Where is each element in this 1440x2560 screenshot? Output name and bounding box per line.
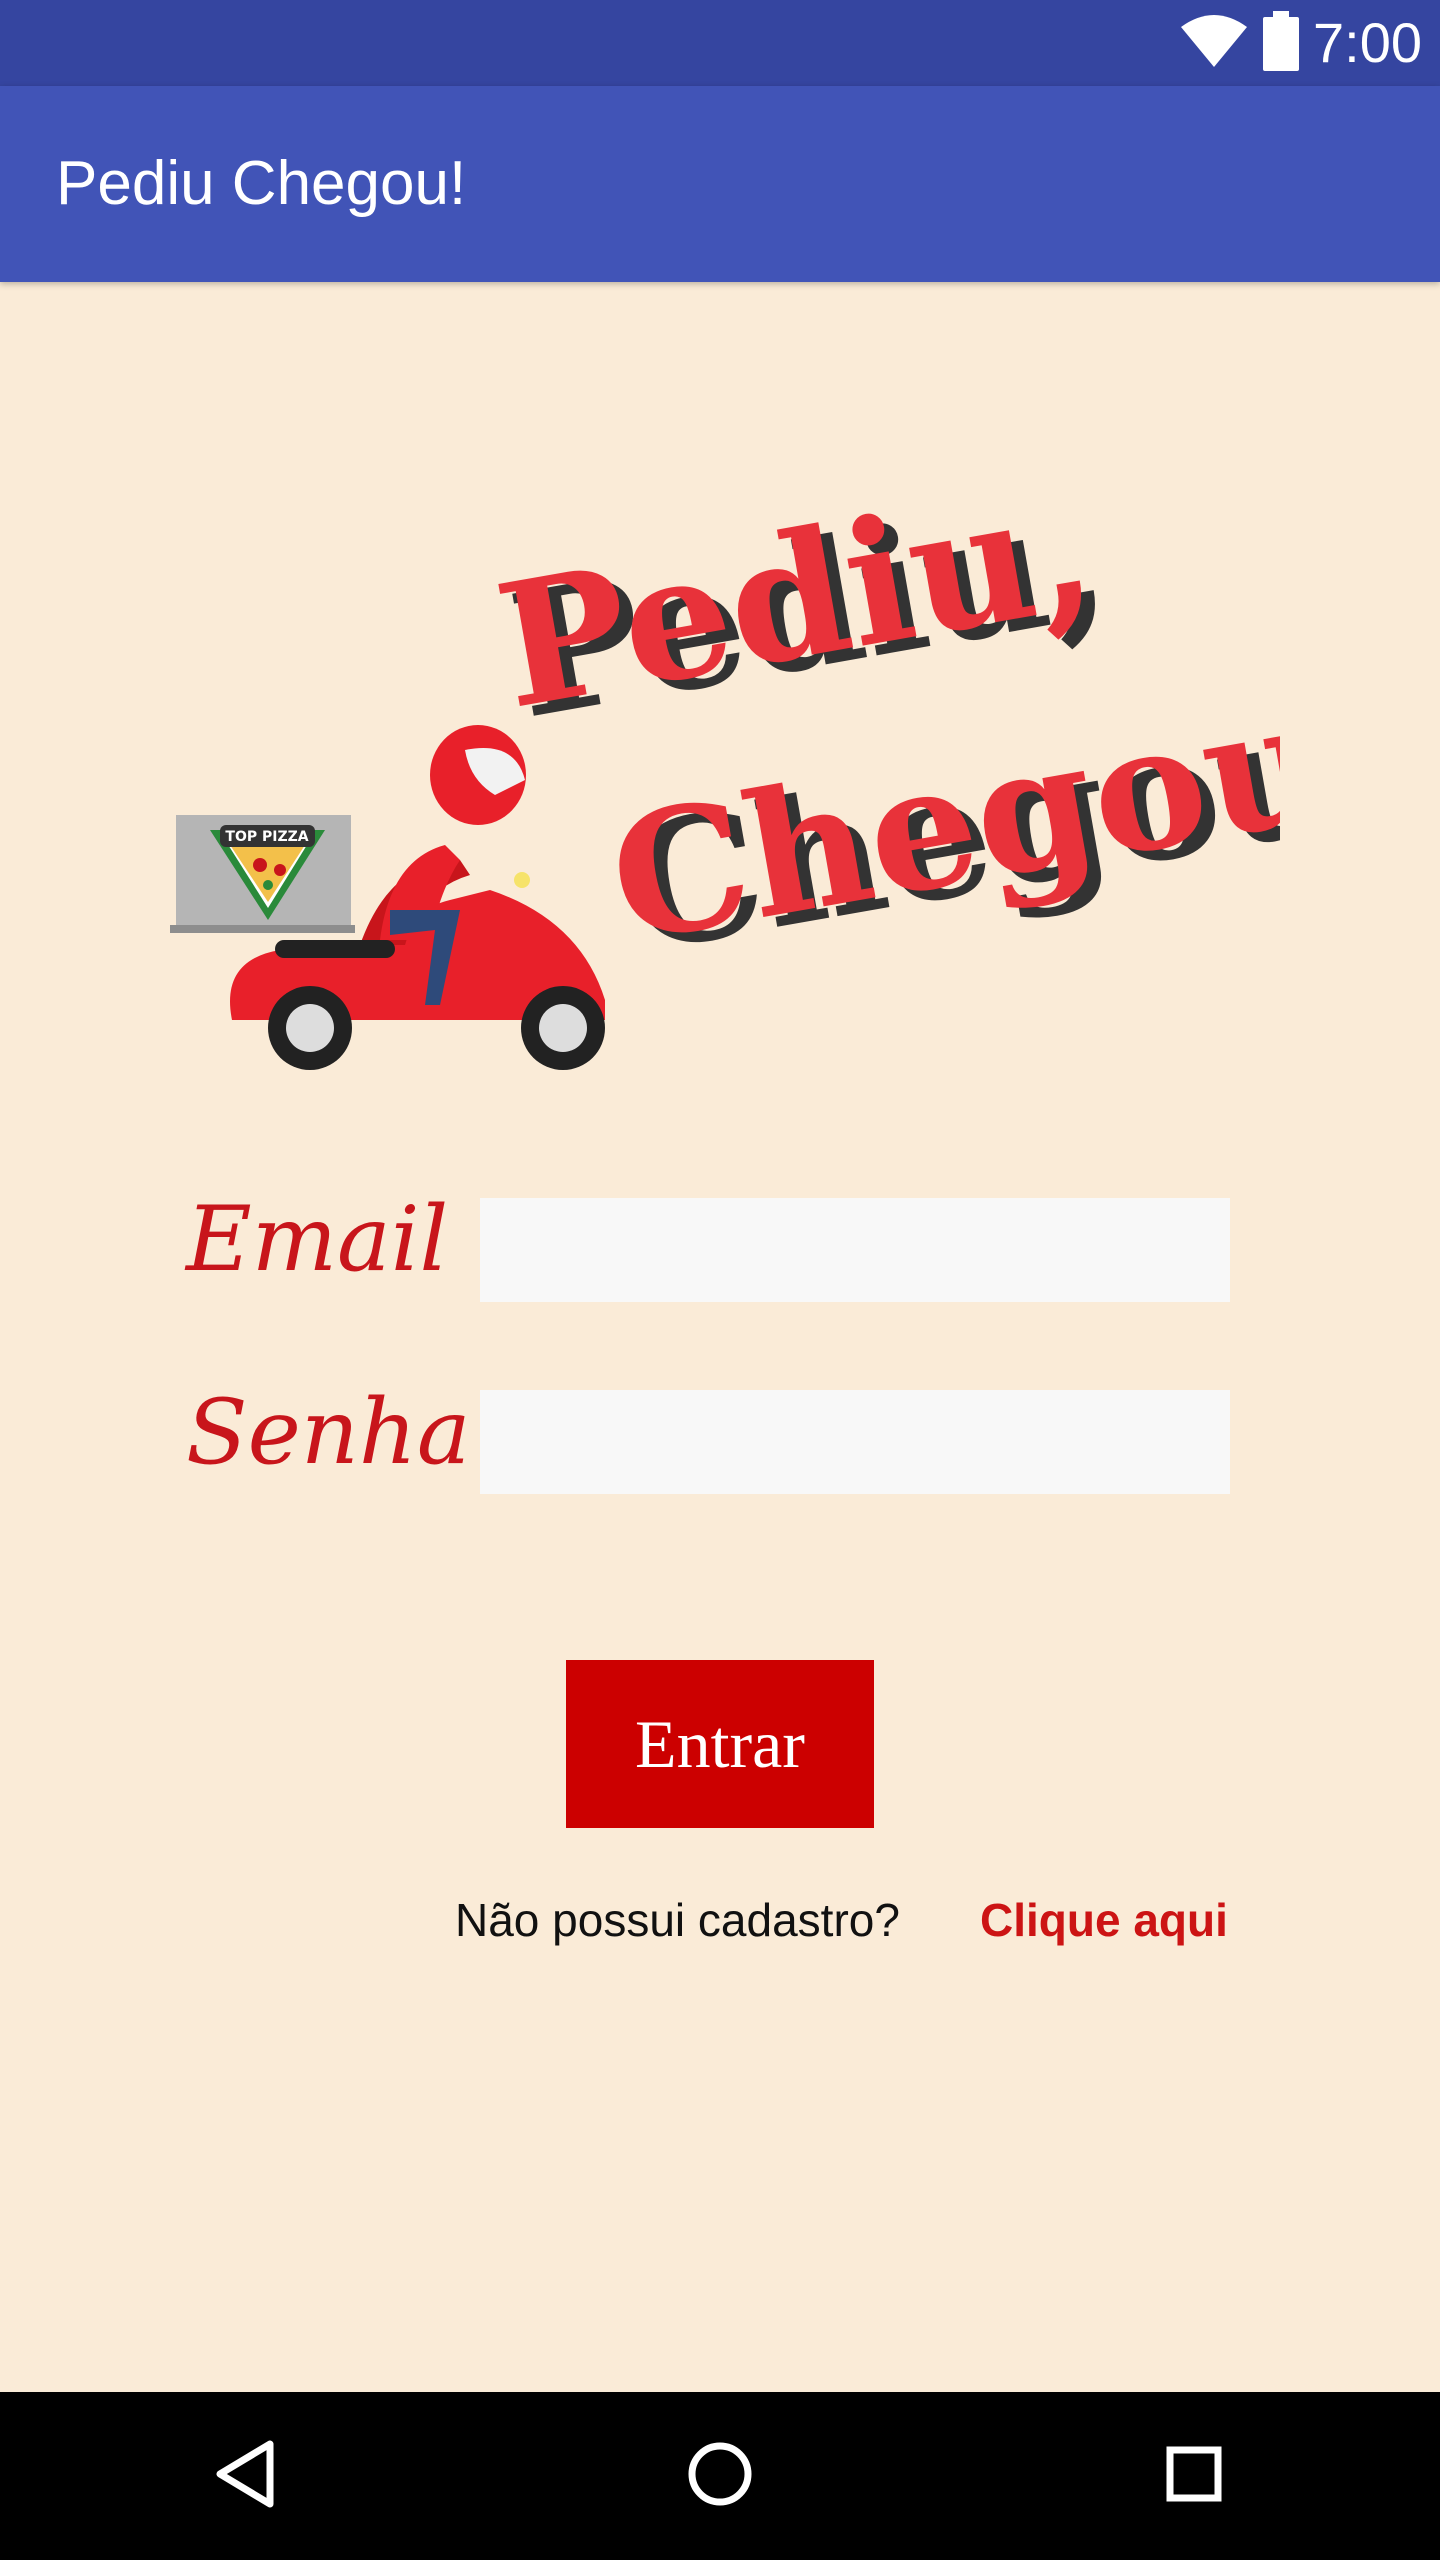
status-bar: 7:00: [0, 0, 1440, 86]
back-button[interactable]: [146, 2392, 346, 2560]
email-field[interactable]: [480, 1198, 1230, 1302]
login-button[interactable]: Entrar: [566, 1660, 874, 1828]
email-label: Email :: [186, 1187, 508, 1292]
battery-icon: [1263, 11, 1299, 75]
logo-image: Pediu, Pediu, Chegou ! Chegou ! TOP PIZZ…: [160, 420, 1280, 1100]
signup-link[interactable]: Clique aqui: [980, 1888, 1228, 1952]
status-icons: 7:00: [1179, 0, 1422, 86]
password-field[interactable]: [480, 1390, 1230, 1494]
app-bar: Pediu Chegou!: [0, 86, 1440, 282]
home-button[interactable]: [620, 2392, 820, 2560]
home-icon: [686, 2440, 754, 2512]
signup-question: Não possui cadastro?: [455, 1894, 900, 1946]
back-icon: [214, 2438, 278, 2514]
senha-label: Senha :: [186, 1380, 530, 1485]
recents-button[interactable]: [1094, 2392, 1294, 2560]
status-time: 7:00: [1313, 11, 1422, 74]
app-title: Pediu Chegou!: [56, 149, 467, 218]
pizza-box-text: TOP PIZZA: [225, 829, 308, 845]
recents-icon: [1164, 2444, 1224, 2508]
pizza-box-icon: TOP PIZZA: [170, 815, 355, 933]
wifi-icon: [1179, 13, 1249, 73]
navigation-bar: [0, 2392, 1440, 2560]
